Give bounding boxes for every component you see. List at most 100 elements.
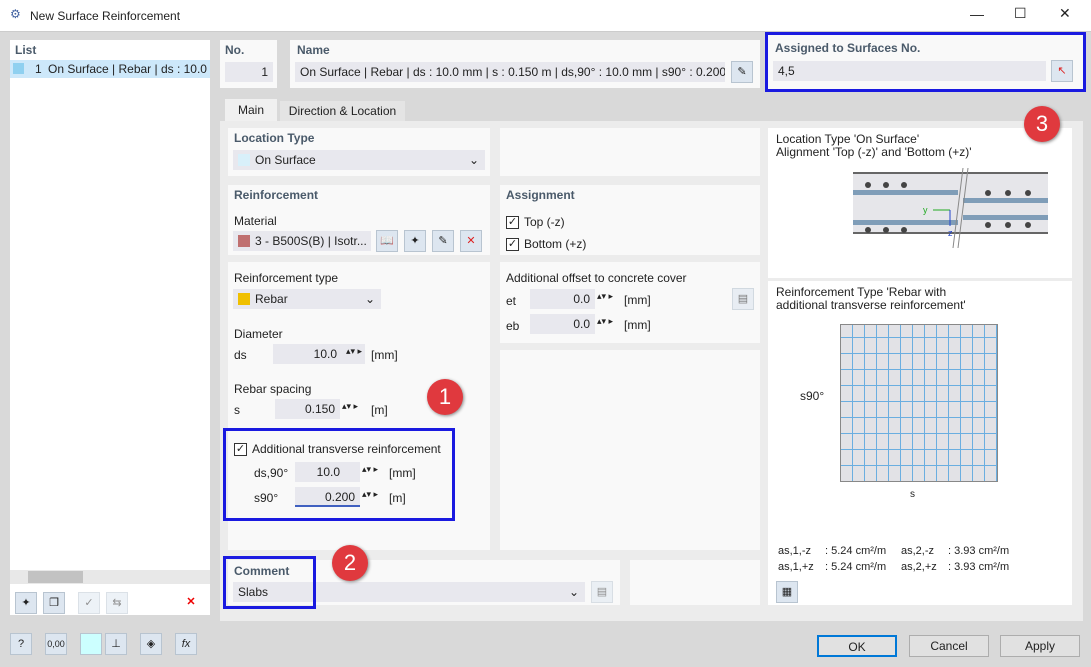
list-item-no: 1 bbox=[35, 62, 42, 76]
diameter-unit: [mm] bbox=[371, 348, 398, 362]
delete-icon[interactable]: ✕ bbox=[180, 592, 202, 614]
rebar-grid-diagram bbox=[840, 324, 998, 482]
tab-direction-location[interactable]: Direction & Location bbox=[280, 101, 405, 121]
tab-main[interactable]: Main bbox=[225, 99, 277, 121]
list-panel: List 1 On Surface | Rebar | ds : 10.0 mm… bbox=[10, 40, 210, 615]
material-label: Material bbox=[234, 214, 277, 228]
new-material-icon[interactable]: ✦ bbox=[404, 230, 426, 252]
highlight-2 bbox=[223, 556, 316, 609]
renumber-icon[interactable]: ⇆ bbox=[106, 592, 128, 614]
spinner-icon[interactable]: ▴▾ ▸ bbox=[342, 401, 358, 412]
bottom-checkbox[interactable]: ✓ Bottom (+z) bbox=[506, 237, 586, 252]
close-button[interactable]: ✕ bbox=[1059, 5, 1071, 22]
list-header: List bbox=[15, 43, 37, 57]
details-icon[interactable]: ▦ bbox=[776, 581, 798, 603]
edit-name-icon[interactable]: ✎ bbox=[731, 61, 753, 83]
badge-1: 1 bbox=[427, 379, 463, 415]
result-as1-top: as,1,-z: 5.24 cm²/m bbox=[778, 545, 887, 557]
name-field[interactable]: On Surface | Rebar | ds : 10.0 mm | s : … bbox=[295, 62, 725, 82]
spinner-icon[interactable]: ▴▾ ▸ bbox=[346, 346, 362, 357]
reinforcement-header: Reinforcement bbox=[234, 188, 319, 202]
figure-title-2: Alignment 'Top (-z)' and 'Bottom (+z)' bbox=[776, 145, 972, 159]
delete-material-icon[interactable]: ✕ bbox=[460, 230, 482, 252]
horizontal-scrollbar[interactable] bbox=[10, 570, 210, 584]
no-field[interactable]: 1 bbox=[225, 62, 273, 82]
eb-input[interactable]: 0.0 bbox=[530, 314, 595, 334]
assignment-header: Assignment bbox=[506, 188, 575, 202]
highlight-1 bbox=[223, 428, 455, 521]
et-symbol: et bbox=[506, 294, 517, 308]
no-panel: No. 1 bbox=[220, 40, 277, 88]
spacing-unit: [m] bbox=[371, 403, 388, 417]
check-icon[interactable]: ✓ bbox=[78, 592, 100, 614]
minimize-button[interactable]: — bbox=[970, 6, 984, 22]
svg-text:z: z bbox=[948, 228, 953, 238]
apply-button[interactable]: Apply bbox=[1000, 635, 1080, 657]
new-item-icon[interactable]: ✦ bbox=[15, 592, 37, 614]
badge-3: 3 bbox=[1024, 106, 1060, 142]
list-item-label: On Surface | Rebar | ds : 10.0 mm bbox=[48, 62, 208, 76]
reinforcement-type-select[interactable]: Rebar ⌄ bbox=[233, 289, 381, 309]
window-title: New Surface Reinforcement bbox=[30, 9, 181, 23]
material-library-icon[interactable]: 📖 bbox=[376, 230, 398, 252]
spacing-symbol: s bbox=[234, 403, 240, 417]
offset-label: Additional offset to concrete cover bbox=[506, 271, 687, 285]
highlight-3 bbox=[765, 32, 1086, 92]
chevron-down-icon: ⌄ bbox=[468, 153, 479, 167]
color-swatch bbox=[13, 63, 24, 74]
diameter-symbol: ds bbox=[234, 348, 247, 362]
location-type-select[interactable]: On Surface ⌄ bbox=[233, 150, 485, 170]
units-icon[interactable]: 0,00 bbox=[45, 633, 67, 655]
view-icon[interactable]: ◈ bbox=[140, 633, 162, 655]
eb-symbol: eb bbox=[506, 319, 520, 333]
et-unit: [mm] bbox=[624, 293, 651, 307]
offset-settings-icon[interactable]: ▤ bbox=[732, 288, 754, 310]
color-icon[interactable] bbox=[80, 633, 102, 655]
eb-unit: [mm] bbox=[624, 318, 651, 332]
figure-panel: Location Type 'On Surface' Alignment 'To… bbox=[768, 128, 1072, 605]
section-diagram: yz bbox=[853, 168, 1048, 248]
no-header: No. bbox=[225, 43, 245, 57]
app-icon: ⚙ bbox=[10, 7, 21, 21]
figure-title-1: Location Type 'On Surface' bbox=[776, 132, 920, 146]
name-header: Name bbox=[297, 43, 330, 57]
s90-label: s90° bbox=[800, 389, 825, 403]
comment-library-icon[interactable]: ▤ bbox=[591, 581, 613, 603]
reinforcement-panel: Reinforcement Material 3 - B500S(B) | Is… bbox=[228, 185, 490, 255]
diameter-label: Diameter bbox=[234, 327, 283, 341]
et-input[interactable]: 0.0 bbox=[530, 289, 595, 309]
empty-panel bbox=[500, 128, 760, 176]
ok-button[interactable]: OK bbox=[817, 635, 897, 657]
reinforcement-type-label: Reinforcement type bbox=[234, 271, 339, 285]
section-icon[interactable]: ⊥ bbox=[105, 633, 127, 655]
empty-panel-2 bbox=[500, 350, 760, 550]
title-bar: ⚙ New Surface Reinforcement — ☐ ✕ bbox=[0, 0, 1091, 32]
formula-icon[interactable]: fx bbox=[175, 633, 197, 655]
figure-title-4: additional transverse reinforcement' bbox=[776, 298, 966, 312]
list-item[interactable]: 1 On Surface | Rebar | ds : 10.0 mm bbox=[10, 60, 210, 78]
help-icon[interactable]: ? bbox=[10, 633, 32, 655]
copy-icon[interactable]: ❐ bbox=[43, 592, 65, 614]
s-label: s bbox=[910, 489, 915, 500]
svg-text:y: y bbox=[923, 205, 928, 215]
offset-panel: Additional offset to concrete cover et 0… bbox=[500, 262, 760, 343]
result-as1-bottom: as,1,+z: 5.24 cm²/m bbox=[778, 561, 887, 573]
top-checkbox[interactable]: ✓ Top (-z) bbox=[506, 215, 565, 230]
spinner-icon[interactable]: ▴▾ ▸ bbox=[597, 316, 613, 327]
figure-title-3: Reinforcement Type 'Rebar with bbox=[776, 285, 947, 299]
assignment-panel: Assignment ✓ Top (-z) ✓ Bottom (+z) bbox=[500, 185, 760, 255]
result-as2-top: as,2,-z: 3.93 cm²/m bbox=[901, 545, 1010, 557]
empty-panel-3 bbox=[630, 560, 760, 605]
badge-2: 2 bbox=[332, 545, 368, 581]
location-type-panel: Location Type On Surface ⌄ bbox=[228, 128, 490, 176]
edit-material-icon[interactable]: ✎ bbox=[432, 230, 454, 252]
result-as2-bottom: as,2,+z: 3.93 cm²/m bbox=[901, 561, 1010, 573]
material-select[interactable]: 3 - B500S(B) | Isotr... bbox=[233, 231, 371, 251]
cancel-button[interactable]: Cancel bbox=[909, 635, 989, 657]
spinner-icon[interactable]: ▴▾ ▸ bbox=[597, 291, 613, 302]
maximize-button[interactable]: ☐ bbox=[1014, 5, 1027, 22]
spacing-label: Rebar spacing bbox=[234, 382, 312, 396]
name-panel: Name On Surface | Rebar | ds : 10.0 mm |… bbox=[290, 40, 760, 88]
location-type-header: Location Type bbox=[234, 131, 315, 145]
spacing-input[interactable]: 0.150 bbox=[275, 399, 340, 419]
